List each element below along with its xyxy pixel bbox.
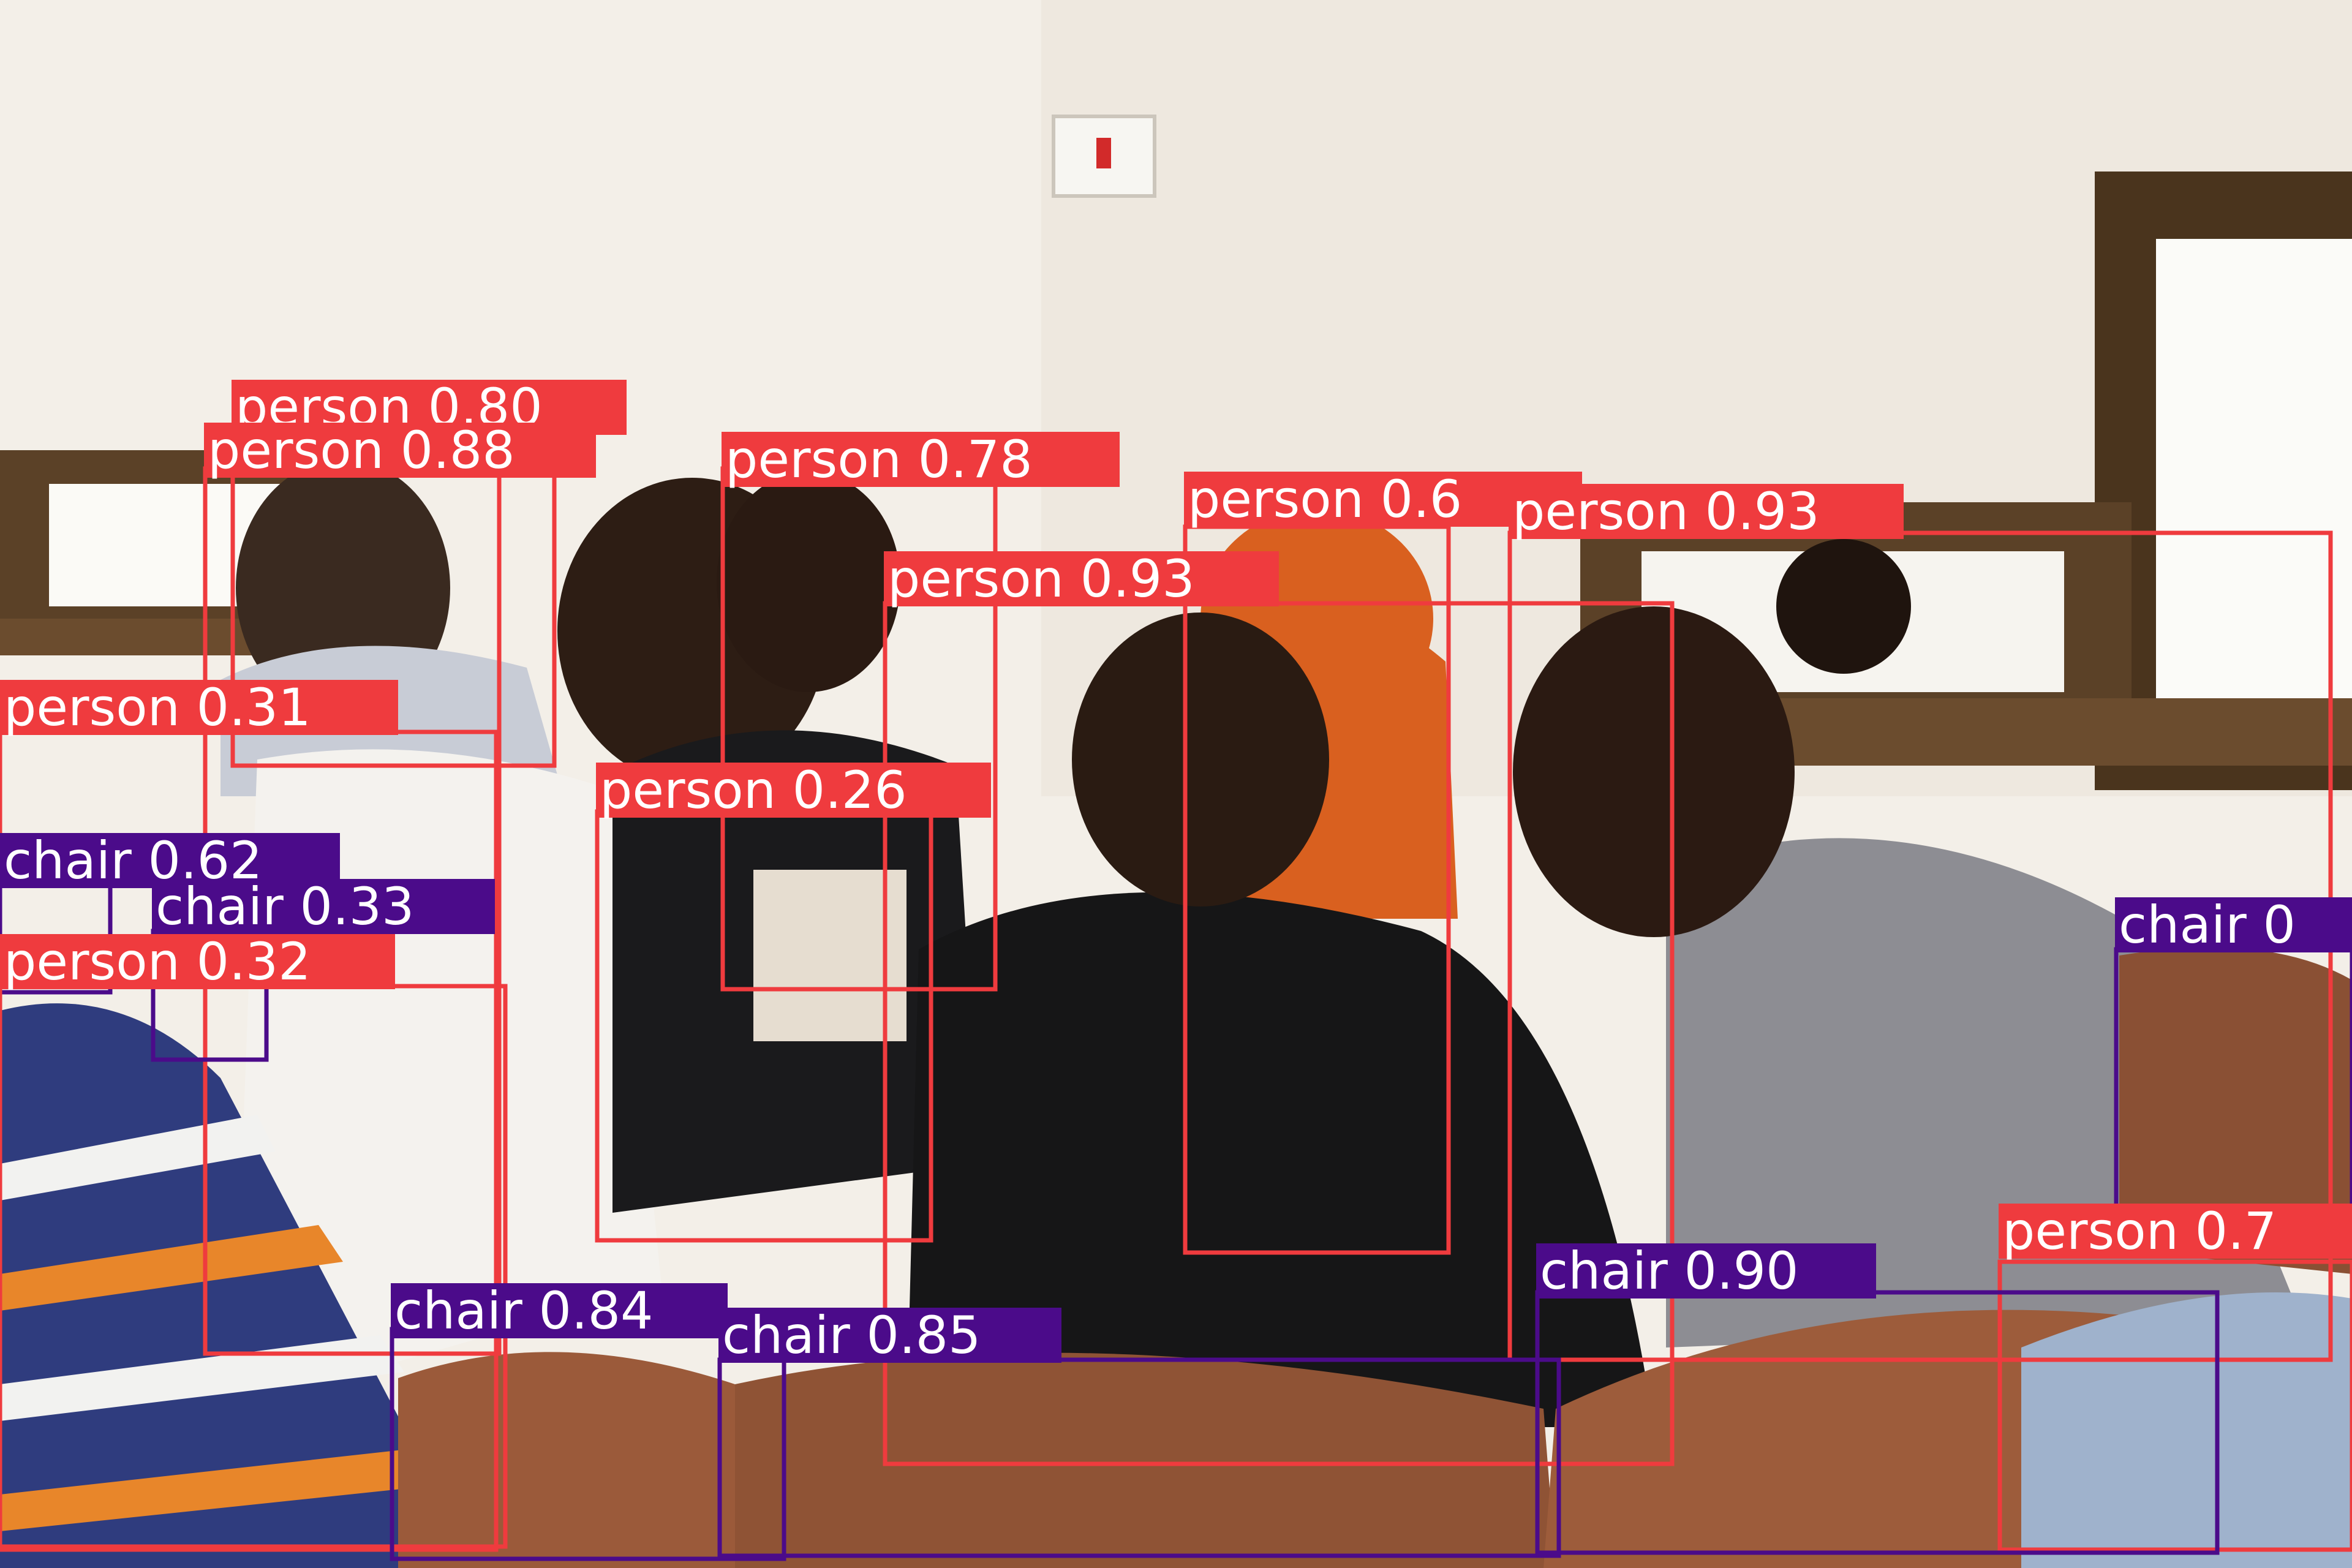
person-bounding-box [1183,524,1451,1255]
person-label-text: person 0.32 [4,932,311,992]
chair-label-text: chair 0.90 [1540,1241,1799,1301]
person-label-text: person 0.31 [4,677,311,737]
chair-label-text: chair 0.84 [394,1281,654,1341]
person-bounding-box [595,809,933,1243]
chair-bounding-box [717,1357,1561,1558]
person-label-text: person 0.7 [2002,1201,2277,1261]
chair-bounding-box [1535,1290,2220,1555]
chair-label-text: chair 0.85 [722,1305,981,1365]
person-label-text: person 0.88 [208,420,515,480]
person-label-text: person 0.26 [600,760,907,820]
person-label-text: person 0.78 [725,429,1033,489]
chair-label-text: chair 0 [2119,895,2296,955]
person-label-text: person 0.6 [1188,469,1462,529]
person-bounding-box [0,984,508,1549]
person-label-text: person 0.93 [888,549,1195,609]
person-bounding-box [720,466,998,992]
detection-scene: person 0.80 person 0.88 person 0.78 person … [0,0,2352,1568]
person-bounding-box [1997,1259,2352,1552]
person-label-text: person 0.93 [1512,481,1820,541]
chair-label-text: chair 0.33 [156,876,415,937]
detection-overlay: person 0.80person 0.88 person 0.78person … [0,377,2352,1561]
